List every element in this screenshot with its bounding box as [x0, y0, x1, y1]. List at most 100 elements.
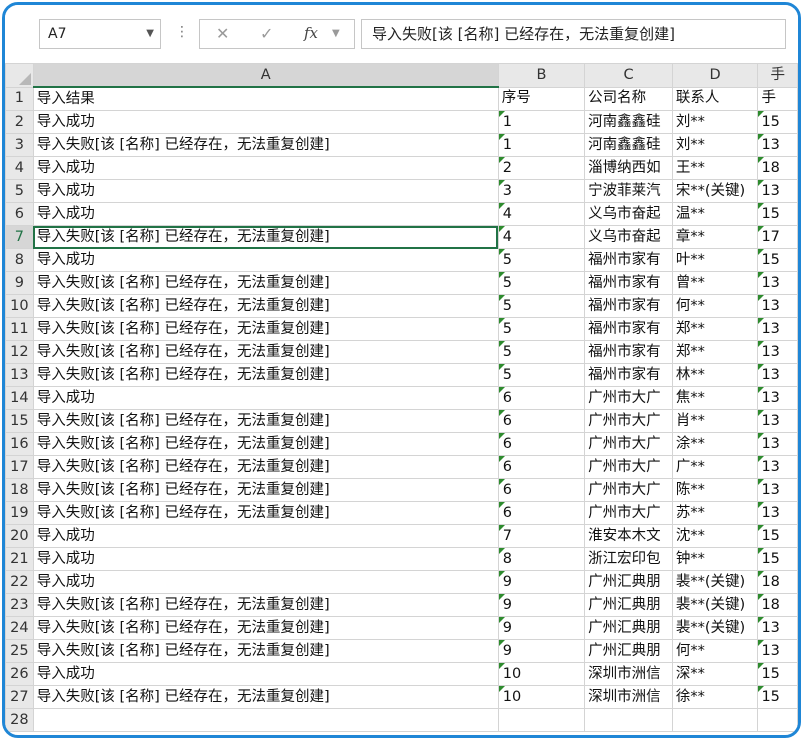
cell-index[interactable]: 6 [497, 432, 586, 456]
cell-phone[interactable]: 15 [757, 110, 798, 134]
select-all-corner[interactable] [5, 63, 34, 88]
cell-result[interactable]: 导入成功 [32, 248, 499, 272]
cell-contact[interactable]: 王** [671, 156, 759, 180]
row-header[interactable]: 18 [5, 478, 34, 502]
column-header-a[interactable]: A [32, 63, 499, 88]
cell-result[interactable]: 导入失败[该 [名称] 已经存在，无法重复创建] [32, 616, 499, 640]
chevron-down-icon[interactable]: ▼ [146, 20, 154, 48]
cell-result[interactable]: 导入失败[该 [名称] 已经存在，无法重复创建] [32, 271, 499, 295]
cell-phone[interactable]: 13 [757, 478, 798, 502]
cell-company[interactable]: 深圳市洲信 [584, 685, 673, 709]
cell-contact[interactable]: 裴**(关键) [671, 616, 759, 640]
column-header-e[interactable]: 手 [757, 63, 798, 88]
cell-company[interactable]: 福州市家有 [584, 271, 673, 295]
cell-company[interactable]: 淄博纳西如 [584, 156, 673, 180]
cell-phone[interactable]: 17 [757, 225, 798, 249]
cell-phone[interactable]: 13 [757, 409, 798, 433]
cell-company[interactable]: 义乌市奋起 [584, 202, 673, 226]
cell-index[interactable]: 6 [497, 501, 586, 525]
cell-result[interactable]: 导入成功 [32, 110, 499, 134]
cell-result[interactable]: 导入失败[该 [名称] 已经存在，无法重复创建] [32, 317, 499, 341]
row-header[interactable]: 15 [5, 409, 34, 433]
cell-phone[interactable]: 手 [757, 86, 798, 111]
cell-company[interactable]: 广州汇典朋 [584, 593, 673, 617]
cell-company[interactable]: 福州市家有 [584, 248, 673, 272]
cell-phone[interactable]: 13 [757, 340, 798, 364]
cell-contact[interactable] [671, 708, 759, 732]
cell-index[interactable]: 9 [497, 593, 586, 617]
row-header[interactable]: 23 [5, 593, 34, 617]
cell-index[interactable]: 9 [497, 639, 586, 663]
cell-contact[interactable]: 徐** [671, 685, 759, 709]
column-header-c[interactable]: C [584, 63, 673, 88]
cell-index[interactable]: 5 [497, 271, 586, 295]
cell-contact[interactable]: 林** [671, 363, 759, 387]
cell-result[interactable]: 导入失败[该 [名称] 已经存在，无法重复创建] [32, 478, 499, 502]
cell-company[interactable]: 广州市大广 [584, 409, 673, 433]
row-header[interactable]: 21 [5, 547, 34, 571]
row-header[interactable]: 10 [5, 294, 34, 318]
cell-company[interactable]: 广州汇典朋 [584, 616, 673, 640]
cell-contact[interactable]: 裴**(关键) [671, 593, 759, 617]
row-header[interactable]: 2 [5, 110, 34, 134]
row-header[interactable]: 20 [5, 524, 34, 548]
cell-contact[interactable]: 肖** [671, 409, 759, 433]
cell-phone[interactable]: 13 [757, 616, 798, 640]
row-header[interactable]: 22 [5, 570, 34, 594]
cell-contact[interactable]: 联系人 [671, 86, 759, 111]
cell-contact[interactable]: 深** [671, 662, 759, 686]
row-header[interactable]: 5 [5, 179, 34, 203]
cell-company[interactable] [584, 708, 673, 732]
column-header-b[interactable]: B [497, 63, 586, 88]
cell-phone[interactable]: 13 [757, 501, 798, 525]
cell-contact[interactable]: 刘** [671, 110, 759, 134]
cell-result[interactable]: 导入失败[该 [名称] 已经存在，无法重复创建] [32, 225, 499, 249]
cell-company[interactable]: 广州市大广 [584, 455, 673, 479]
row-header[interactable]: 16 [5, 432, 34, 456]
cell-index[interactable]: 10 [497, 685, 586, 709]
cell-company[interactable]: 福州市家有 [584, 340, 673, 364]
cell-index[interactable]: 8 [497, 547, 586, 571]
cell-contact[interactable]: 何** [671, 294, 759, 318]
cell-contact[interactable]: 陈** [671, 478, 759, 502]
cell-index[interactable]: 5 [497, 248, 586, 272]
cell-contact[interactable]: 曾** [671, 271, 759, 295]
cell-result[interactable]: 导入失败[该 [名称] 已经存在，无法重复创建] [32, 593, 499, 617]
cell-contact[interactable]: 焦** [671, 386, 759, 410]
row-header[interactable]: 19 [5, 501, 34, 525]
cell-contact[interactable]: 何** [671, 639, 759, 663]
cell-index[interactable]: 2 [497, 156, 586, 180]
cell-phone[interactable]: 15 [757, 524, 798, 548]
cell-phone[interactable]: 13 [757, 271, 798, 295]
cell-company[interactable]: 深圳市洲信 [584, 662, 673, 686]
cell-index[interactable]: 7 [497, 524, 586, 548]
cell-index[interactable]: 6 [497, 478, 586, 502]
cell-company[interactable]: 河南鑫鑫硅 [584, 133, 673, 157]
cell-result[interactable] [32, 708, 499, 732]
cell-phone[interactable]: 13 [757, 363, 798, 387]
cell-phone[interactable]: 18 [757, 570, 798, 594]
cell-company[interactable]: 福州市家有 [584, 317, 673, 341]
row-header[interactable]: 17 [5, 455, 34, 479]
cell-result[interactable]: 导入成功 [32, 662, 499, 686]
row-header[interactable]: 1 [5, 86, 34, 111]
column-header-d[interactable]: D [671, 63, 759, 88]
cell-result[interactable]: 导入失败[该 [名称] 已经存在，无法重复创建] [32, 685, 499, 709]
row-header[interactable]: 3 [5, 133, 34, 157]
cell-phone[interactable]: 13 [757, 386, 798, 410]
cell-result[interactable]: 导入成功 [32, 570, 499, 594]
row-header[interactable]: 7 [5, 225, 34, 249]
cell-phone[interactable]: 13 [757, 639, 798, 663]
cell-company[interactable]: 淮安本木文 [584, 524, 673, 548]
cell-contact[interactable]: 沈** [671, 524, 759, 548]
cell-result[interactable]: 导入成功 [32, 547, 499, 571]
cell-result[interactable]: 导入成功 [32, 156, 499, 180]
cell-index[interactable] [497, 708, 586, 732]
cell-company[interactable]: 宁波菲莱汽 [584, 179, 673, 203]
cell-result[interactable]: 导入失败[该 [名称] 已经存在，无法重复创建] [32, 639, 499, 663]
cell-contact[interactable]: 叶** [671, 248, 759, 272]
cell-phone[interactable]: 13 [757, 133, 798, 157]
row-header[interactable]: 11 [5, 317, 34, 341]
row-header[interactable]: 27 [5, 685, 34, 709]
cell-index[interactable]: 10 [497, 662, 586, 686]
